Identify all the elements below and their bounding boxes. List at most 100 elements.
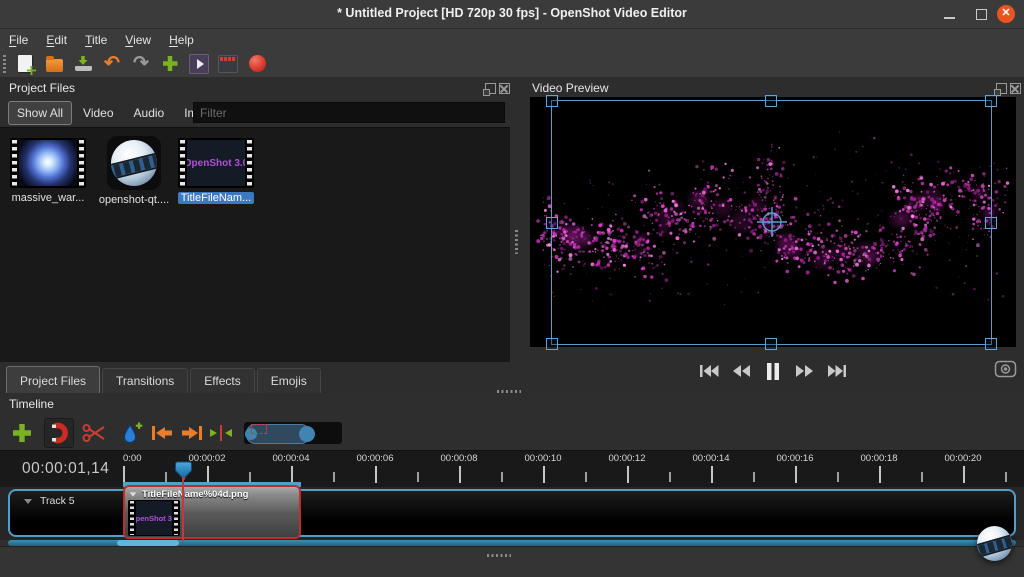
tab-emojis[interactable]: Emojis [257,368,321,393]
rewind-button[interactable] [732,363,751,379]
ruler-tick [585,472,587,482]
redo-button[interactable]: ↷ [128,52,154,76]
ruler-tick [459,466,461,483]
transform-handle-top-right[interactable] [985,95,997,107]
zoom-range[interactable] [246,424,310,444]
splitter-grip[interactable] [487,554,511,557]
ruler-tick [501,472,503,482]
toolbar-grip[interactable] [3,55,6,73]
clip-thumbnail: OpenShot 3.0 [128,500,180,536]
menu-file[interactable]: File [0,31,37,49]
timeline-zoom-slider[interactable] [244,422,342,444]
play-profile-icon [189,54,209,74]
ruler-label: 00:00:20 [921,453,1005,464]
chevron-down-icon[interactable] [24,499,32,504]
ruler-label: 00:00:18 [837,453,921,464]
fast-forward-button[interactable] [795,363,814,379]
export-video-button[interactable] [244,52,270,76]
filter-audio[interactable]: Audio [125,101,174,125]
previous-marker-button[interactable] [148,419,176,447]
transform-handle-mid-right[interactable] [985,217,997,229]
panel-splitter-grip[interactable] [497,390,521,393]
snapshot-camera-button[interactable] [994,359,1018,384]
openshot-logo-ball [977,526,1012,561]
track-label: Track 5 [24,495,75,507]
ruler-tick [249,472,251,482]
transform-handle-mid-left[interactable] [546,217,558,229]
ruler-label: 00:00:16 [753,453,837,464]
fullscreen-button[interactable] [215,52,241,76]
arrow-to-start-icon [150,424,174,442]
close-button[interactable]: ✕ [997,5,1015,23]
choose-profile-button[interactable] [186,52,212,76]
chevron-down-icon[interactable] [130,492,137,496]
close-panel-icon[interactable] [1010,83,1021,94]
snapping-toggle-button[interactable] [44,418,74,448]
float-panel-icon[interactable] [485,83,496,94]
playhead-marker[interactable] [175,461,192,480]
transform-handle-top-left[interactable] [546,95,558,107]
open-project-button[interactable] [41,52,67,76]
window-title: * Untitled Project [HD 720p 30 fps] - Op… [0,6,1024,20]
next-marker-button[interactable] [178,419,206,447]
ruler-tick [711,466,713,483]
tab-project-files[interactable]: Project Files [6,366,100,393]
vertical-splitter[interactable] [515,230,518,254]
ruler-tick [291,466,293,483]
float-panel-icon[interactable] [996,83,1007,94]
menu-title[interactable]: Title [76,31,116,49]
transform-handle-top-mid[interactable] [765,95,777,107]
center-playhead-button[interactable] [208,419,234,447]
clip-title: TitleFileName%04d.png [129,489,248,500]
playhead-line [182,479,184,541]
jump-to-end-button[interactable] [827,363,847,379]
timeline-title: Timeline [9,397,54,411]
file-item-openshot-qt[interactable]: openshot-qt.... [92,136,176,208]
main-toolbar: ↶ ↷ [0,50,1024,78]
ruler-tick [1005,472,1007,482]
import-files-button[interactable] [157,52,183,76]
razor-tool-button[interactable] [80,419,108,447]
pause-button[interactable] [764,362,782,381]
menu-bar: File Edit Title View Help [0,29,1024,50]
video-preview-canvas[interactable] [530,97,1016,347]
file-item-massive-war[interactable]: massive_war... [6,138,90,206]
tracks-area[interactable]: Track 5 TitleFileName%04d.png OpenShot 3… [0,487,1024,540]
tab-effects[interactable]: Effects [190,368,254,393]
menu-help[interactable]: Help [160,31,203,49]
add-track-button[interactable] [8,419,36,447]
ruler-label: 00:00:08 [417,453,501,464]
add-marker-button[interactable] [118,419,146,447]
undo-icon: ↶ [104,54,120,73]
jump-to-start-button[interactable] [699,363,719,379]
close-panel-icon[interactable] [499,83,510,94]
undo-button[interactable]: ↶ [99,52,125,76]
menu-view[interactable]: View [116,31,160,49]
ruler-tick [795,466,797,483]
dock-tab-bar: Project Files Transitions Effects Emojis [0,362,510,393]
ruler-tick [123,466,125,483]
filter-show-all[interactable]: Show All [8,101,72,125]
file-thumbnail [107,136,161,190]
plus-icon [13,424,31,442]
menu-edit[interactable]: Edit [37,31,76,49]
maximize-button[interactable] [976,9,987,20]
tab-transitions[interactable]: Transitions [102,368,188,393]
ruler-label: 00:00:10 [501,453,585,464]
ruler-label: 00:00:04 [249,453,333,464]
zoom-viewport-indicator [251,424,267,434]
file-item-titlefilename[interactable]: OpenShot 3.0 TitleFileNam... [174,138,258,206]
save-project-button[interactable] [70,52,96,76]
transform-bounding-box[interactable] [551,100,992,345]
timeline-clip[interactable]: TitleFileName%04d.png OpenShot 3.0 [123,485,301,539]
zoom-handle-right[interactable] [299,426,315,442]
new-project-button[interactable] [12,52,38,76]
plus-icon [163,56,178,71]
ruler-tick [753,472,755,482]
minimize-button[interactable] [944,17,955,19]
filter-input[interactable] [193,102,505,123]
ruler-tick [165,472,167,482]
project-files-panel-header: Project Files [0,78,510,98]
timeline-ruler[interactable]: 00:00:01,14 0:0000:00:0200:00:0400:00:06… [0,450,1024,488]
filter-video[interactable]: Video [74,101,122,125]
